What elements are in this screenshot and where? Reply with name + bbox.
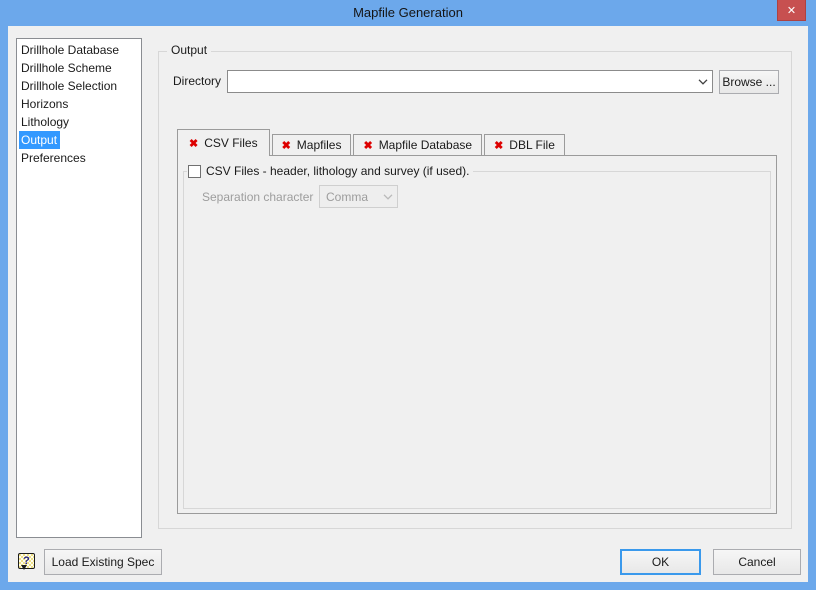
sidebar-item-drillhole-selection[interactable]: Drillhole Selection	[19, 77, 141, 95]
dialog-window: Mapfile Generation ✕ Drillhole Database …	[0, 0, 816, 590]
csv-files-checkbox-row: CSV Files - header, lithology and survey…	[187, 164, 474, 178]
ok-button[interactable]: OK	[620, 549, 701, 575]
window-title: Mapfile Generation	[353, 5, 463, 20]
sidebar-item-output[interactable]: Output	[19, 131, 141, 149]
error-x-icon: ✖	[363, 139, 373, 152]
browse-button[interactable]: Browse ...	[719, 70, 779, 94]
sidebar-item-drillhole-scheme[interactable]: Drillhole Scheme	[19, 59, 141, 77]
help-icon[interactable]: ?	[18, 553, 35, 570]
dialog-body: Drillhole Database Drillhole Scheme Dril…	[8, 26, 808, 582]
separation-character-label: Separation character	[202, 190, 314, 204]
load-existing-spec-button[interactable]: Load Existing Spec	[44, 549, 162, 575]
directory-label: Directory	[173, 74, 222, 88]
tab-label: DBL File	[509, 138, 555, 152]
separation-character-select: Comma	[319, 185, 398, 208]
output-group-title: Output	[167, 43, 212, 57]
sidebar-item-preferences[interactable]: Preferences	[19, 149, 141, 167]
close-icon: ✕	[786, 4, 797, 17]
sidebar-item-drillhole-database[interactable]: Drillhole Database	[19, 41, 141, 59]
tab-label: Mapfile Database	[378, 138, 473, 152]
titlebar[interactable]: Mapfile Generation ✕	[0, 0, 816, 26]
tab-csv-files[interactable]: ✖ CSV Files	[177, 129, 270, 156]
output-tabstrip: ✖ CSV Files ✖ Mapfiles ✖ Mapfile Databas…	[177, 129, 567, 156]
separation-character-value: Comma	[326, 189, 369, 204]
csv-files-checkbox-label[interactable]: CSV Files - header, lithology and survey…	[206, 164, 469, 178]
csv-files-groupbox: CSV Files - header, lithology and survey…	[183, 164, 771, 509]
tab-label: CSV Files	[204, 136, 258, 150]
tab-panel-csv-files: CSV Files - header, lithology and survey…	[177, 155, 777, 514]
close-button[interactable]: ✕	[777, 0, 806, 21]
category-list[interactable]: Drillhole Database Drillhole Scheme Dril…	[16, 38, 142, 538]
error-x-icon: ✖	[189, 137, 199, 150]
sidebar-item-lithology[interactable]: Lithology	[19, 113, 141, 131]
error-x-icon: ✖	[494, 139, 504, 152]
tab-dbl-file[interactable]: ✖ DBL File	[484, 134, 565, 155]
directory-input[interactable]	[228, 71, 694, 92]
tab-label: Mapfiles	[296, 138, 342, 152]
cancel-button[interactable]: Cancel	[713, 549, 801, 575]
chevron-down-icon	[379, 193, 397, 200]
chevron-down-icon[interactable]	[694, 71, 712, 92]
tab-mapfile-database[interactable]: ✖ Mapfile Database	[353, 134, 483, 155]
output-groupbox: Output Directory Browse ... ✖ CSV Files …	[158, 43, 792, 529]
sidebar-item-horizons[interactable]: Horizons	[19, 95, 141, 113]
tab-mapfiles[interactable]: ✖ Mapfiles	[271, 134, 352, 155]
csv-files-checkbox[interactable]	[188, 164, 201, 178]
error-x-icon: ✖	[281, 139, 291, 152]
directory-combobox[interactable]	[227, 70, 713, 93]
